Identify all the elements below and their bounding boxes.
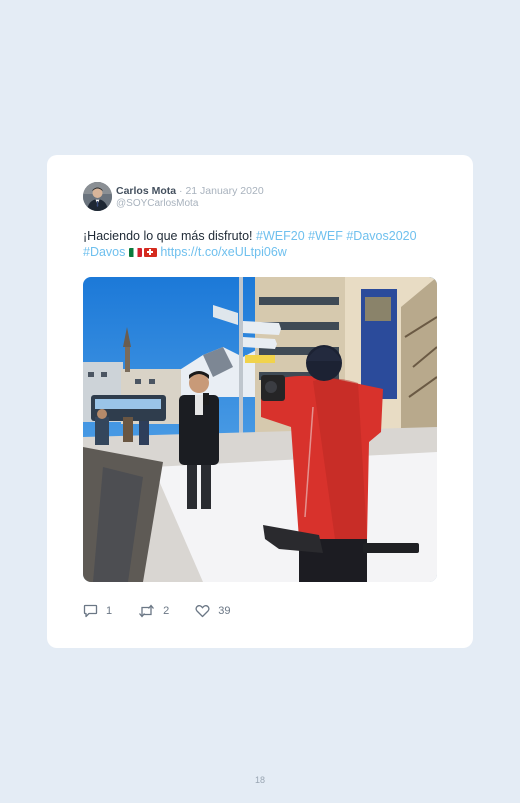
reply-icon (83, 604, 98, 618)
author-name[interactable]: Carlos Mota (116, 185, 176, 197)
author-line: Carlos Mota · 21 January 2020 (116, 185, 264, 197)
tweet-card: Carlos Mota · 21 January 2020 @SOYCarlos… (47, 155, 473, 648)
tweet-text: ¡Haciendo lo que más disfruto! #WEF20 #W… (83, 229, 443, 260)
hashtag-link[interactable]: #WEF (308, 229, 343, 243)
retweet-action[interactable]: 2 (138, 604, 169, 618)
retweet-count: 2 (163, 605, 170, 617)
page-number: 18 (254, 775, 265, 785)
avatar[interactable] (83, 182, 112, 211)
tweet-text-plain: ¡Haciendo lo que más disfruto! (83, 229, 257, 243)
author-handle[interactable]: @SOYCarlosMota (116, 198, 198, 209)
tweet-photo[interactable] (83, 277, 437, 582)
separator: · (179, 185, 183, 197)
retweet-icon (139, 604, 155, 618)
hashtag-link[interactable]: #Davos2020 (346, 229, 416, 243)
hashtag-link[interactable]: #Davos (83, 245, 125, 259)
reply-action[interactable]: 1 (83, 604, 112, 618)
switzerland-flag-icon (143, 247, 157, 257)
hashtag-link[interactable]: #WEF20 (256, 229, 305, 243)
tweet-date[interactable]: 21 January 2020 (185, 185, 263, 197)
reply-count: 1 (106, 605, 113, 617)
like-action[interactable]: 39 (195, 604, 231, 618)
like-count: 39 (218, 605, 231, 617)
heart-icon (195, 605, 210, 618)
tweet-actions: 1 2 39 (83, 603, 257, 619)
mexico-flag-icon (128, 247, 142, 257)
tweet-url-link[interactable]: https://t.co/xeULtpi06w (160, 245, 286, 259)
